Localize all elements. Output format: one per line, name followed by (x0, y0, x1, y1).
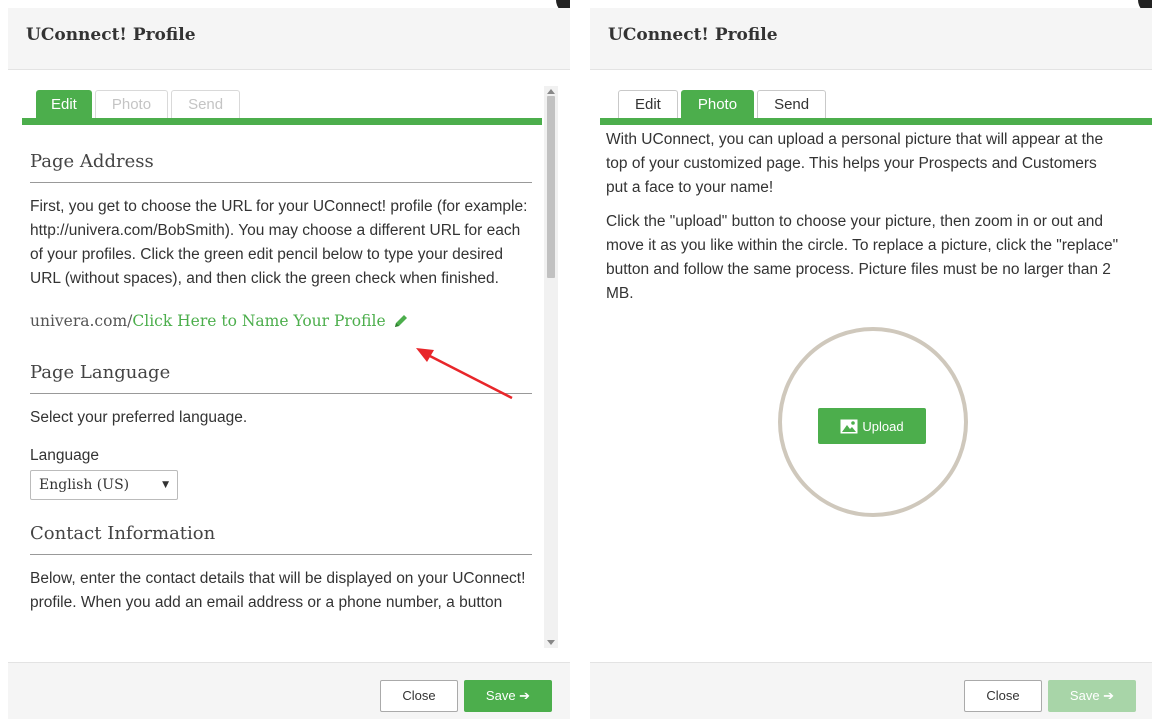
chevron-down-icon: ▼ (162, 480, 169, 490)
close-button[interactable]: Close (964, 680, 1042, 712)
photo-profile-panel: UConnect! Profile Edit Photo Send With U… (590, 0, 1152, 719)
scroll-up-icon[interactable] (547, 89, 555, 94)
tab-underline (22, 118, 542, 125)
language-selected: English (US) (39, 477, 130, 493)
upload-label: Upload (862, 418, 904, 434)
tab-bar: Edit Photo Send (618, 90, 829, 118)
tab-underline (600, 118, 1152, 125)
tab-photo[interactable]: Photo (680, 90, 755, 118)
close-button[interactable]: Close (380, 680, 458, 712)
photo-instructions-text: Click the "upload" button to choose your… (606, 213, 1119, 302)
panel-title: UConnect! Profile (26, 25, 196, 45)
page-address-heading: Page Address (30, 150, 532, 183)
panel-title: UConnect! Profile (608, 25, 778, 45)
scroll-down-icon[interactable] (547, 640, 555, 645)
tab-photo[interactable]: Photo (94, 90, 169, 118)
save-button[interactable]: Save ➔ (1048, 680, 1136, 712)
edit-profile-panel: UConnect! Profile Edit Photo Send Page A… (8, 0, 570, 719)
scrollbar[interactable] (544, 86, 558, 648)
tab-bar: Edit Photo Send (36, 90, 243, 118)
contact-text: Below, enter the contact details that wi… (30, 570, 526, 611)
edit-pencil-icon[interactable] (392, 312, 410, 330)
photo-intro-text: With UConnect, you can upload a personal… (606, 131, 1104, 196)
page-language-text: Select your preferred language. (30, 409, 248, 426)
contact-heading: Contact Information (30, 522, 532, 555)
upload-button[interactable]: Upload (818, 408, 926, 444)
save-button[interactable]: Save ➔ (464, 680, 552, 712)
tab-edit[interactable]: Edit (36, 90, 92, 118)
panel-header: UConnect! Profile (8, 8, 570, 70)
scroll-thumb[interactable] (547, 96, 555, 278)
photo-content: With UConnect, you can upload a personal… (606, 128, 1120, 316)
tab-send[interactable]: Send (171, 90, 241, 118)
tab-edit[interactable]: Edit (618, 90, 678, 118)
image-icon (840, 419, 858, 433)
language-select[interactable]: English (US) ▼ (30, 470, 178, 500)
language-label: Language (30, 447, 99, 464)
annotation-arrow-icon (416, 348, 513, 400)
panel-footer: Close Save ➔ (590, 662, 1152, 719)
url-prefix: univera.com/ (30, 312, 133, 330)
page-address-text: First, you get to choose the URL for you… (30, 198, 528, 287)
tab-send[interactable]: Send (757, 90, 827, 118)
profile-url: univera.com/Click Here to Name Your Prof… (30, 309, 532, 333)
name-profile-link[interactable]: Click Here to Name Your Profile (132, 309, 385, 333)
panel-header: UConnect! Profile (590, 8, 1152, 70)
panel-footer: Close Save ➔ (8, 662, 570, 719)
